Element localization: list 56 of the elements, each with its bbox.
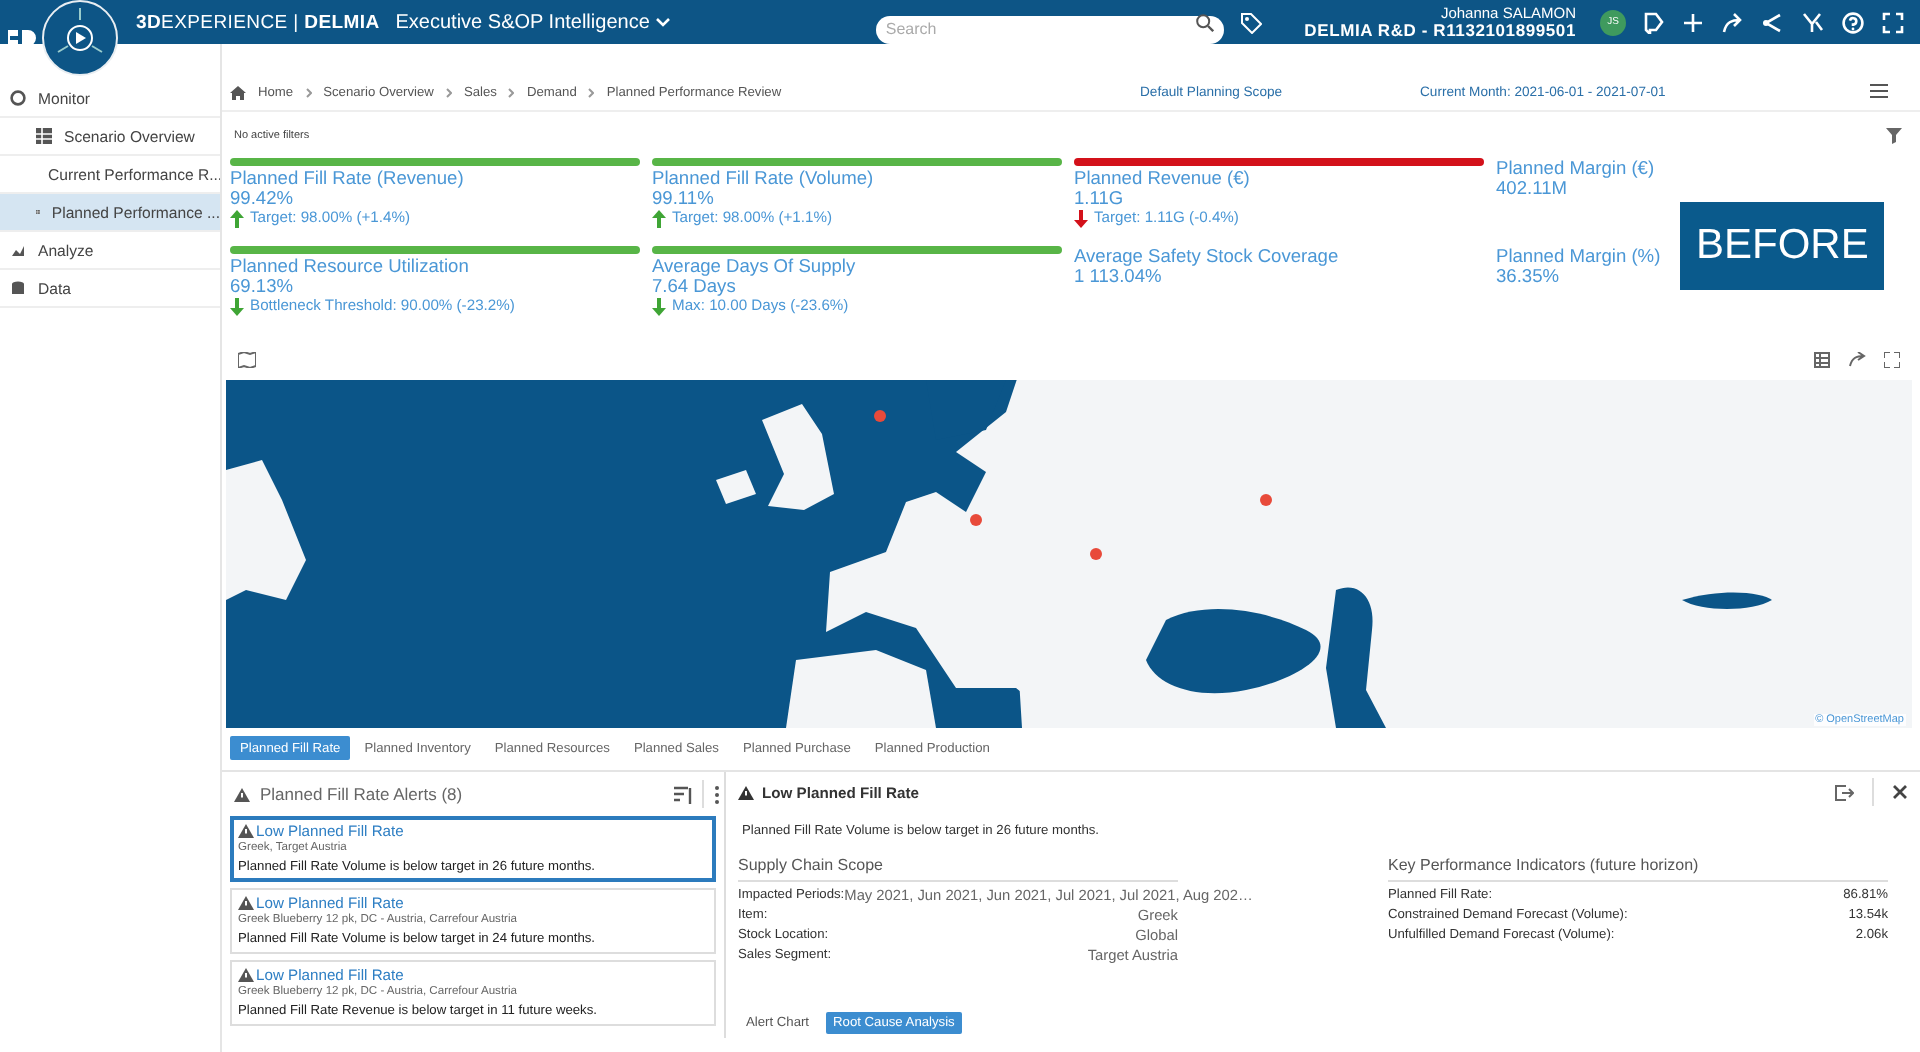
kpi-title: Planned Margin (€) — [1496, 158, 1657, 178]
close-icon[interactable] — [1892, 784, 1908, 800]
export-icon[interactable] — [1834, 783, 1854, 801]
chevron-right-icon — [588, 88, 595, 98]
section-title: Supply Chain Scope — [738, 856, 1178, 882]
warning-icon — [234, 787, 250, 801]
kpi-value: 36.35% — [1496, 266, 1562, 286]
panel-title: Planned Fill Rate Alerts (8) — [260, 784, 463, 804]
tag-icon[interactable] — [1239, 11, 1262, 33]
kpi-title: Planned Revenue (€) — [1074, 168, 1252, 188]
share-arrow-icon[interactable] — [1848, 352, 1866, 368]
kpi-value: 1.11G — [1074, 188, 1126, 208]
kpi-value: 7.64 Days — [652, 276, 738, 296]
chevron-right-icon — [445, 88, 452, 98]
kpi-value: 1 113.04% — [1074, 266, 1164, 286]
kpi-title: Planned Resource Utilization — [230, 256, 471, 276]
warning-icon — [738, 785, 754, 799]
kpi-title: Planned Fill Rate (Revenue) — [230, 168, 466, 188]
fullscreen-icon[interactable] — [1884, 352, 1900, 368]
stamp-label: BEFORE — [1680, 202, 1884, 290]
search-field[interactable]: Search — [875, 15, 1224, 43]
compass-icon[interactable] — [42, 0, 118, 76]
filter-icon[interactable] — [1886, 127, 1904, 143]
bar-chart-icon — [10, 242, 26, 258]
search-icon — [1195, 13, 1214, 31]
tenant-name: DELMIA R&D - R1132101899501 — [1304, 22, 1576, 40]
kpi-title: Average Safety Stock Coverage — [1074, 246, 1341, 266]
table-icon[interactable] — [1814, 352, 1830, 368]
tools-icon[interactable] — [1802, 11, 1824, 33]
chevron-right-icon — [508, 88, 515, 98]
warning-icon — [238, 968, 254, 982]
kpi-value: 99.11% — [652, 188, 716, 208]
sort-icon[interactable] — [674, 785, 692, 803]
help-icon[interactable] — [1842, 11, 1864, 33]
kpi-title: Planned Margin (%) — [1496, 246, 1663, 266]
network-share-icon[interactable] — [1762, 11, 1784, 33]
plus-icon[interactable] — [1682, 11, 1704, 33]
kpi-title: Planned Fill Rate (Volume) — [652, 168, 876, 188]
kpi-value: 99.42% — [230, 188, 296, 208]
app-title-menu[interactable]: Executive S&OP Intelligence — [395, 11, 670, 33]
chevron-down-icon — [655, 17, 670, 27]
section-title: Key Performance Indicators (future horizon) — [1388, 856, 1888, 882]
brand-title: 3DEXPERIENCE | DELMIA — [136, 11, 380, 33]
chevron-right-icon — [305, 88, 312, 98]
home-icon[interactable] — [230, 86, 246, 100]
grid-icon — [36, 128, 52, 144]
kpi-value: 69.13% — [230, 276, 296, 296]
speech-bubble-icon[interactable] — [1642, 11, 1664, 33]
kpi-value: 402.11M — [1496, 178, 1569, 198]
more-icon[interactable] — [714, 785, 720, 803]
kpi-title: Average Days Of Supply — [652, 256, 858, 276]
map-icon[interactable] — [238, 352, 256, 368]
warning-icon — [238, 824, 254, 838]
database-icon — [10, 280, 26, 296]
menu-icon[interactable] — [1870, 84, 1888, 98]
warning-icon — [238, 896, 254, 910]
